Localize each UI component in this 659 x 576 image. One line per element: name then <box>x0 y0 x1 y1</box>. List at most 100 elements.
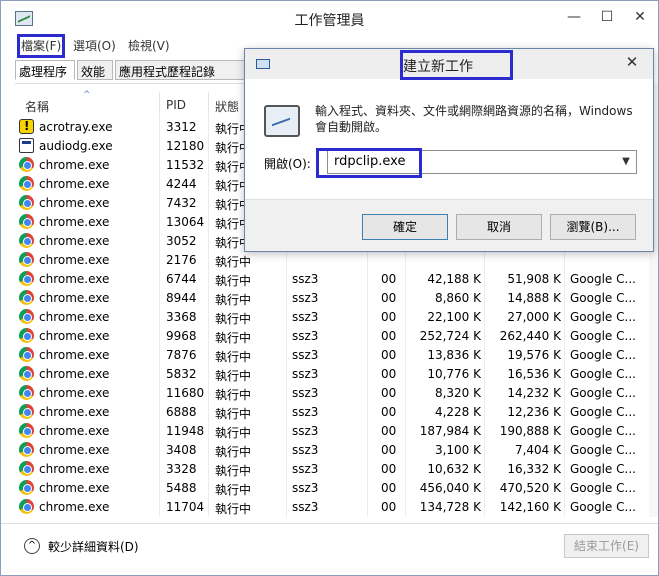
cell-status: 執行中 <box>215 331 252 345</box>
cell-pid: 9968 <box>166 329 197 343</box>
minimize-button[interactable]: — <box>561 7 587 27</box>
cell-desc: Google C... <box>570 329 636 343</box>
table-row[interactable]: chrome.exe 7876 執行中 ssz3 00 13,836 K 19,576 K G… <box>15 346 655 365</box>
cell-pid: 6744 <box>166 272 197 286</box>
cell-name: chrome.exe <box>39 234 110 248</box>
fewer-details-link[interactable]: 較少詳細資料(D) <box>48 538 139 555</box>
table-row[interactable]: chrome.exe 11948 執行中 ssz3 00 187,984 K 190,888… <box>15 422 655 441</box>
close-button[interactable]: ✕ <box>627 7 653 27</box>
cell-name: chrome.exe <box>39 291 110 305</box>
browse-button[interactable]: 瀏覽(B)... <box>550 214 636 240</box>
table-row[interactable]: chrome.exe 3328 執行中 ssz3 00 10,632 K 16,332 K G… <box>15 460 655 479</box>
audiodg-icon <box>19 138 34 153</box>
cell-pid: 11948 <box>166 424 205 438</box>
cell-desc: Google C... <box>570 272 636 286</box>
cell-status: 執行中 <box>215 350 252 364</box>
cell-cpu: 00 <box>381 443 397 457</box>
maximize-button[interactable]: ☐ <box>594 7 620 27</box>
chrome-icon <box>19 461 34 476</box>
cell-cpu: 00 <box>381 291 397 305</box>
cell-pid: 11704 <box>166 500 205 514</box>
cell-pid: 5488 <box>166 481 197 495</box>
cell-cpu: 00 <box>381 310 397 324</box>
table-row[interactable]: chrome.exe 5488 執行中 ssz3 00 456,040 K 470,520 … <box>15 479 655 498</box>
cell-status: 執行中 <box>215 445 252 459</box>
cell-user: ssz3 <box>292 329 319 343</box>
dialog-description: 輸入程式、資料夾、文件或網際網路資源的名稱，Windows 會自動開啟。 <box>315 104 633 134</box>
chrome-icon <box>19 271 34 286</box>
cell-pid: 6888 <box>166 405 197 419</box>
cell-desc: Google C... <box>570 424 636 438</box>
cancel-button[interactable]: 取消 <box>456 214 542 240</box>
cell-status: 執行中 <box>215 388 252 402</box>
column-header-name[interactable]: 名稱 <box>25 98 49 115</box>
tab-performance[interactable]: 效能 <box>77 60 113 80</box>
chrome-icon <box>19 195 34 210</box>
cell-mem: 3,100 K <box>434 443 481 457</box>
table-row[interactable]: chrome.exe 9968 執行中 ssz3 00 252,724 K 262,440 … <box>15 327 655 346</box>
table-row[interactable]: chrome.exe 6744 執行中 ssz3 00 42,188 K 51,908 K G… <box>15 270 655 289</box>
table-row[interactable]: chrome.exe 5832 執行中 ssz3 00 10,776 K 16,536 K G… <box>15 365 655 384</box>
footer-bar: ^ 較少詳細資料(D) 結束工作(E) <box>1 523 658 575</box>
chrome-icon <box>19 252 34 267</box>
cell-pid: 3312 <box>166 120 197 134</box>
end-task-button[interactable]: 結束工作(E) <box>564 534 649 558</box>
menu-options[interactable]: 選項(O) <box>73 37 116 54</box>
cell-status: 執行中 <box>215 312 252 326</box>
chrome-icon <box>19 309 34 324</box>
table-row[interactable]: chrome.exe 11704 執行中 ssz3 00 134,728 K 142,160… <box>15 498 655 517</box>
chrome-icon <box>19 290 34 305</box>
ok-button[interactable]: 確定 <box>362 214 448 240</box>
chrome-icon <box>19 233 34 248</box>
table-row[interactable]: chrome.exe 6888 執行中 ssz3 00 4,228 K 12,236 K Go… <box>15 403 655 422</box>
cell-mem: 252,724 K <box>419 329 481 343</box>
cell-pid: 3328 <box>166 462 197 476</box>
cell-pid: 12180 <box>166 139 205 153</box>
cell-mem2: 7,404 K <box>514 443 561 457</box>
chrome-icon <box>19 176 34 191</box>
cell-desc: Google C... <box>570 367 636 381</box>
cell-status: 執行中 <box>215 426 252 440</box>
cell-name: chrome.exe <box>39 177 110 191</box>
dialog-close-button[interactable]: ✕ <box>617 53 647 73</box>
cell-mem2: 51,908 K <box>507 272 561 286</box>
highlight-box-open-input <box>316 148 422 178</box>
tab-app-history[interactable]: 應用程式歷程記錄 <box>115 60 245 80</box>
table-row[interactable]: chrome.exe 11680 執行中 ssz3 00 8,320 K 14,232 K G… <box>15 384 655 403</box>
column-header-pid[interactable]: PID <box>166 98 186 112</box>
cell-name: chrome.exe <box>39 329 110 343</box>
menu-view[interactable]: 檢視(V) <box>128 37 170 54</box>
tab-processes[interactable]: 處理程序 <box>15 60 75 80</box>
cell-status: 執行中 <box>215 464 252 478</box>
table-row[interactable]: chrome.exe 3368 執行中 ssz3 00 22,100 K 27,000 K G… <box>15 308 655 327</box>
cell-user: ssz3 <box>292 348 319 362</box>
column-header-status[interactable]: 狀態 <box>215 98 239 115</box>
cell-name: chrome.exe <box>39 386 110 400</box>
cell-user: ssz3 <box>292 310 319 324</box>
cell-status: 執行中 <box>215 502 252 516</box>
cell-mem: 10,776 K <box>427 367 481 381</box>
cell-mem2: 12,236 K <box>507 405 561 419</box>
cell-mem2: 19,576 K <box>507 348 561 362</box>
cell-user: ssz3 <box>292 462 319 476</box>
cell-name: chrome.exe <box>39 481 110 495</box>
cell-cpu: 00 <box>381 348 397 362</box>
chrome-icon <box>19 499 34 514</box>
chrome-icon <box>19 480 34 495</box>
table-row[interactable]: chrome.exe 8944 執行中 ssz3 00 8,860 K 14,888 K Go… <box>15 289 655 308</box>
cell-cpu: 00 <box>381 405 397 419</box>
cell-desc: Google C... <box>570 386 636 400</box>
cell-mem: 8,860 K <box>434 291 481 305</box>
cell-status: 執行中 <box>215 369 252 383</box>
run-window-icon <box>256 59 270 69</box>
cell-pid: 11532 <box>166 158 205 172</box>
cell-pid: 4244 <box>166 177 197 191</box>
table-row[interactable]: chrome.exe 3408 執行中 ssz3 00 3,100 K 7,404 K Goo… <box>15 441 655 460</box>
chevron-up-icon[interactable]: ^ <box>24 538 40 554</box>
cell-user: ssz3 <box>292 291 319 305</box>
chrome-icon <box>19 404 34 419</box>
dialog-button-bar: 確定 取消 瀏覽(B)... <box>245 199 653 251</box>
table-row[interactable]: chrome.exe 2176 執行中 <box>15 251 655 270</box>
cell-user: ssz3 <box>292 500 319 514</box>
chevron-down-icon[interactable]: ▼ <box>618 152 634 172</box>
